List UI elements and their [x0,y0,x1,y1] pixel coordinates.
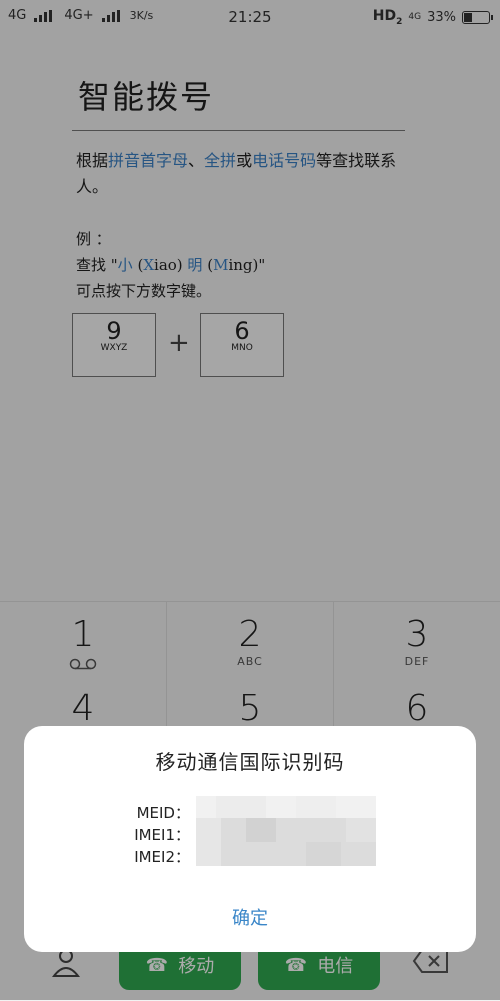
imei2-label: IMEI2： [134,848,190,866]
imei1-label: IMEI1： [134,826,190,844]
imei-dialog: 移动通信国际识别码 MEID： IMEI1： IMEI2： 确定 [24,726,476,952]
meid-label: MEID： [136,804,190,822]
ok-button[interactable]: 确定 [24,904,476,930]
redacted-identifiers [196,796,376,892]
dialog-title: 移动通信国际识别码 [155,750,345,774]
